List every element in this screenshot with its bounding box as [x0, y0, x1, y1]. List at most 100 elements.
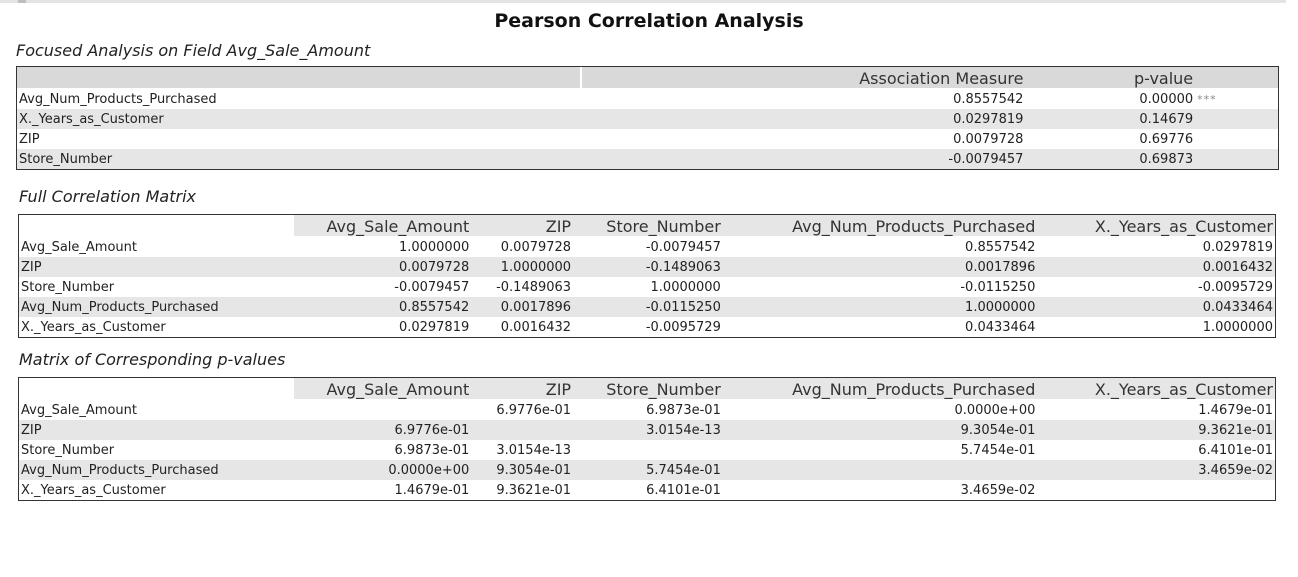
top-divider: [0, 0, 1286, 3]
pmatrix-heading: Matrix of Corresponding p-values: [19, 350, 286, 369]
matrix-cell: 9.3054e-01: [471, 460, 574, 480]
matrix-cell: 6.9873e-01: [573, 400, 723, 420]
significance-marker: [1195, 109, 1278, 129]
column-header: ZIP: [471, 378, 574, 400]
row-name: Avg_Num_Products_Purchased: [19, 297, 295, 317]
column-header: Avg_Num_Products_Purchased: [722, 378, 1038, 400]
table-row: X._Years_as_Customer 0.0297819 0.14679: [17, 109, 1278, 129]
row-name: ZIP: [17, 129, 581, 149]
matrix-cell: -0.0079457: [573, 237, 723, 257]
row-name: Avg_Num_Products_Purchased: [17, 89, 581, 109]
matrix-cell: 6.4101e-01: [1037, 440, 1275, 460]
column-header: Store_Number: [573, 378, 723, 400]
matrix-cell: [1037, 480, 1275, 500]
corner-mark: [18, 0, 26, 3]
matrix-cell: 1.0000000: [294, 237, 472, 257]
table-row: Avg_Num_Products_Purchased 0.8557542 0.001…: [19, 297, 1275, 317]
row-name: ZIP: [19, 420, 295, 440]
matrix-cell: -0.0079457: [294, 277, 472, 297]
matrix-cell: 0.0000e+00: [294, 460, 472, 480]
significance-marker: [1195, 149, 1278, 169]
row-name: Avg_Sale_Amount: [19, 237, 295, 257]
matrix-cell: 1.0000000: [471, 257, 574, 277]
p-value-cell: 0.00000: [1025, 89, 1196, 109]
column-header: Store_Number: [573, 215, 723, 237]
table-row: Store_Number -0.0079457 0.69873: [17, 149, 1278, 169]
matrix-cell: [294, 400, 472, 420]
header-association-measure: Association Measure: [580, 67, 1026, 89]
matrix-cell: 1.4679e-01: [1037, 400, 1275, 420]
row-name: Store_Number: [19, 277, 295, 297]
table-row: Avg_Num_Products_Purchased 0.8557542 0.000…: [17, 89, 1278, 109]
matrix-cell: 0.0079728: [294, 257, 472, 277]
header-blank: [19, 215, 295, 237]
focused-heading: Focused Analysis on Field Avg_Sale_Amoun…: [16, 41, 371, 60]
matrix-cell: 3.4659e-02: [722, 480, 1038, 500]
matrix-cell: 6.9776e-01: [294, 420, 472, 440]
table-row: Avg_Sale_Amount 1.0000000 0.0079728 -0.0079…: [19, 237, 1275, 257]
significance-marker: [1195, 129, 1278, 149]
header-p-value: p-value: [1025, 67, 1196, 89]
matrix-cell: [471, 420, 574, 440]
matrix-cell: -0.0115250: [722, 277, 1038, 297]
significance-marker: ***: [1195, 89, 1278, 109]
column-header: Avg_Sale_Amount: [294, 378, 472, 400]
row-name: Store_Number: [19, 440, 295, 460]
matrix-cell: 0.0016432: [471, 317, 574, 337]
header-blank: [17, 67, 581, 89]
matrix-cell: 1.4679e-01: [294, 480, 472, 500]
column-header: ZIP: [471, 215, 574, 237]
matrix-cell: 0.0017896: [471, 297, 574, 317]
header-sig: [1195, 67, 1278, 89]
table-row: X._Years_as_Customer 1.4679e-01 9.3621e-01…: [19, 480, 1275, 500]
table-row: Avg_Num_Products_Purchased 0.0000e+00 9.30…: [19, 460, 1275, 480]
matrix-cell: 6.4101e-01: [573, 480, 723, 500]
pvalue-matrix-table: Avg_Sale_Amount ZIP Store_Number Avg_Num_Pr…: [18, 377, 1276, 501]
matrix-cell: 0.8557542: [294, 297, 472, 317]
matrix-cell: [573, 440, 723, 460]
page-title: Pearson Correlation Analysis: [494, 10, 804, 32]
table-row: ZIP 0.0079728 1.0000000 -0.1489063 0.0017896…: [19, 257, 1275, 277]
matrix-cell: 0.0433464: [1037, 297, 1275, 317]
matrix-cell: 0.0000e+00: [722, 400, 1038, 420]
table-row: X._Years_as_Customer 0.0297819 0.0016432 -0…: [19, 317, 1275, 337]
matrix-cell: 9.3621e-01: [471, 480, 574, 500]
header-blank: [19, 378, 295, 400]
matrix-cell: 0.0079728: [471, 237, 574, 257]
focused-analysis-table: Association Measure p-value Avg_Num_Prod…: [16, 66, 1279, 170]
row-name: Avg_Sale_Amount: [19, 400, 295, 420]
matrix-cell: -0.1489063: [573, 257, 723, 277]
matrix-cell: 5.7454e-01: [722, 440, 1038, 460]
table-header-row: Avg_Sale_Amount ZIP Store_Number Avg_Num_Pr…: [19, 378, 1275, 400]
matrix-cell: 3.0154e-13: [471, 440, 574, 460]
correlation-matrix-table: Avg_Sale_Amount ZIP Store_Number Avg_Num_Pr…: [18, 214, 1276, 338]
matrix-cell: -0.0095729: [573, 317, 723, 337]
table-row: Store_Number 6.9873e-01 3.0154e-13 5.7454e-…: [19, 440, 1275, 460]
matrix-cell: 0.0297819: [294, 317, 472, 337]
matrix-cell: 0.0017896: [722, 257, 1038, 277]
p-value-cell: 0.69776: [1025, 129, 1196, 149]
table-row: Store_Number -0.0079457 -0.1489063 1.000000…: [19, 277, 1275, 297]
matrix-cell: 5.7454e-01: [573, 460, 723, 480]
row-name: Store_Number: [17, 149, 581, 169]
row-name: X._Years_as_Customer: [17, 109, 581, 129]
table-row: ZIP 6.9776e-01 3.0154e-13 9.3054e-01 9.3621e…: [19, 420, 1275, 440]
association-measure-cell: 0.0297819: [580, 109, 1026, 129]
column-header: X._Years_as_Customer: [1037, 378, 1275, 400]
matrix-cell: -0.0095729: [1037, 277, 1275, 297]
row-name: X._Years_as_Customer: [19, 480, 295, 500]
column-header: Avg_Num_Products_Purchased: [722, 215, 1038, 237]
association-measure-cell: -0.0079457: [580, 149, 1026, 169]
matrix-cell: 0.0016432: [1037, 257, 1275, 277]
matrix-cell: -0.0115250: [573, 297, 723, 317]
table-header-row: Association Measure p-value: [17, 67, 1278, 89]
column-header: Avg_Sale_Amount: [294, 215, 472, 237]
matrix-cell: 6.9873e-01: [294, 440, 472, 460]
p-value-cell: 0.69873: [1025, 149, 1196, 169]
matrix-heading: Full Correlation Matrix: [19, 187, 196, 206]
matrix-cell: 9.3621e-01: [1037, 420, 1275, 440]
p-value-cell: 0.14679: [1025, 109, 1196, 129]
matrix-cell: 1.0000000: [573, 277, 723, 297]
table-row: Avg_Sale_Amount 6.9776e-01 6.9873e-01 0.000…: [19, 400, 1275, 420]
matrix-cell: 0.0297819: [1037, 237, 1275, 257]
